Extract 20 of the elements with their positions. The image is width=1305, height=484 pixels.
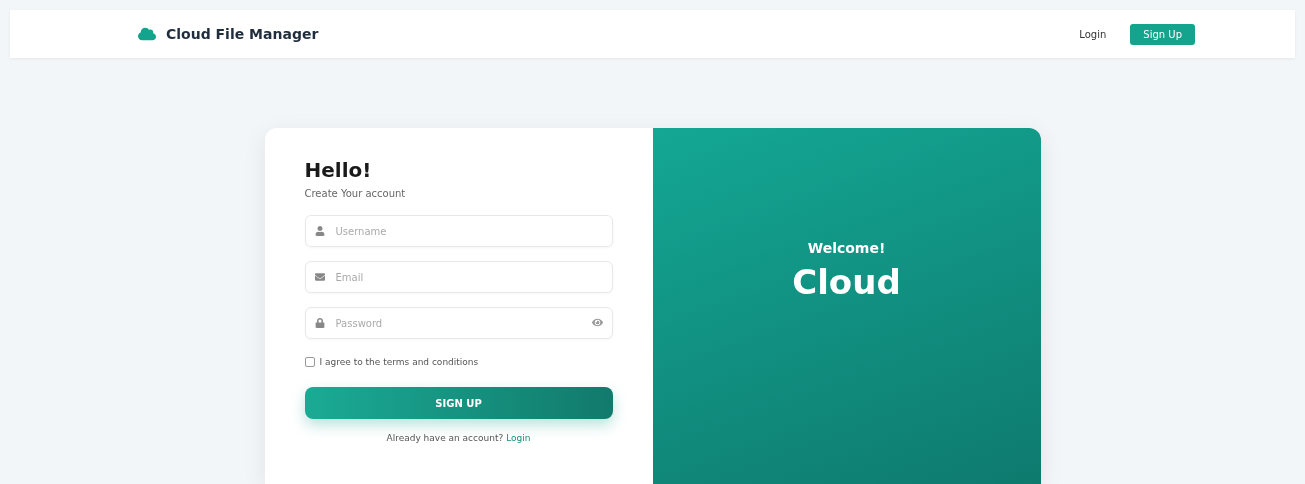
email-field[interactable]: Email <box>304 261 613 293</box>
signup-button[interactable]: Sign Up <box>1130 23 1195 45</box>
sign-up-button[interactable]: SIGN UP <box>304 387 613 419</box>
envelope-icon <box>314 272 325 282</box>
login-link[interactable]: Login <box>1079 28 1107 40</box>
welcome-text: Welcome! <box>807 240 886 256</box>
brand-name: Cloud File Manager <box>166 26 319 42</box>
terms-label: I agree to the terms and conditions <box>319 357 479 367</box>
form-title: Hello! <box>304 158 373 182</box>
eye-icon[interactable] <box>591 317 603 328</box>
cloud-icon <box>138 25 156 43</box>
login-prompt: Already have an account? <box>386 433 504 443</box>
password-field[interactable]: Password <box>304 307 613 339</box>
login-link[interactable]: Login <box>506 433 531 443</box>
lock-icon <box>314 318 325 328</box>
terms-checkbox[interactable] <box>304 357 315 367</box>
form-subtitle: Create Your account <box>304 188 407 199</box>
welcome-headline: Cloud <box>792 262 901 302</box>
user-field[interactable]: Username <box>304 215 613 247</box>
user-icon <box>314 226 325 236</box>
